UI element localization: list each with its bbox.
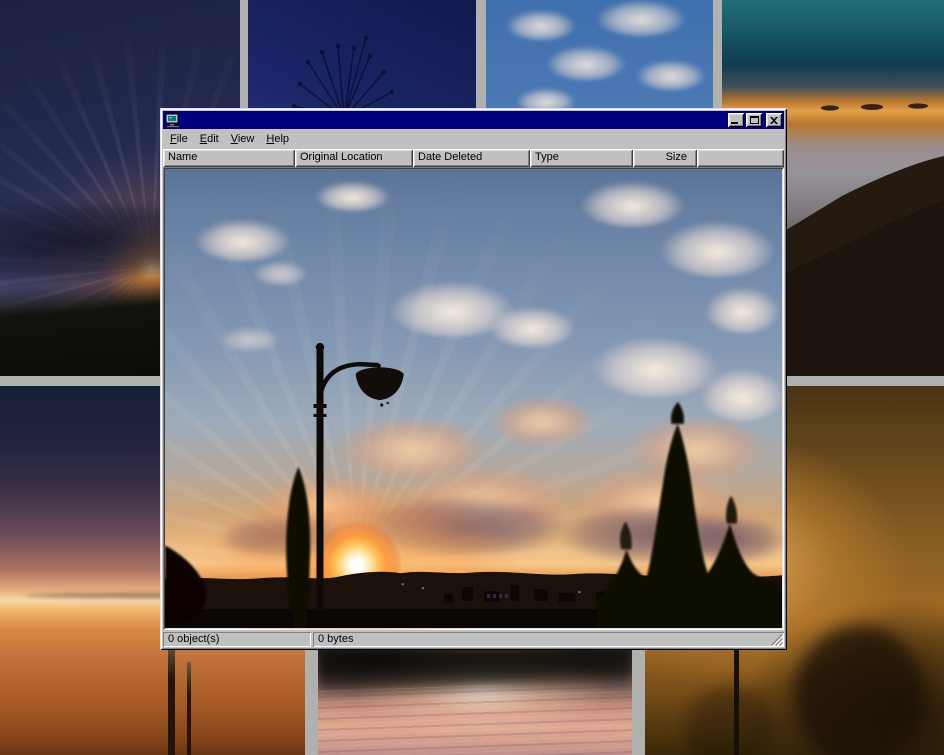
cloud <box>546 46 626 80</box>
maximize-icon <box>750 116 759 124</box>
title-bar[interactable] <box>163 111 784 129</box>
column-header-name[interactable]: Name <box>163 149 295 167</box>
menu-edit[interactable]: Edit <box>194 131 225 147</box>
status-byte-count: 0 bytes <box>313 632 784 647</box>
minimize-icon <box>731 122 738 124</box>
menu-view[interactable]: View <box>225 131 261 147</box>
column-header-date-deleted[interactable]: Date Deleted <box>413 149 530 167</box>
cloud <box>506 10 576 40</box>
menu-bar: File Edit View Help <box>163 129 784 149</box>
water-pole <box>187 662 191 755</box>
column-header-original-location[interactable]: Original Location <box>295 149 413 167</box>
folder-view[interactable] <box>163 167 784 630</box>
status-object-count: 0 object(s) <box>163 632 311 647</box>
lamppost-pole <box>734 648 739 755</box>
column-header-type[interactable]: Type <box>530 149 633 167</box>
close-button[interactable] <box>766 113 782 127</box>
close-icon <box>770 117 778 124</box>
menu-help[interactable]: Help <box>260 131 295 147</box>
water-ripples <box>318 685 632 755</box>
cloud <box>596 0 686 36</box>
cloud <box>636 60 706 90</box>
water-pole <box>168 640 175 755</box>
minimize-button[interactable] <box>728 113 744 127</box>
status-bar: 0 object(s) 0 bytes <box>163 630 784 647</box>
maximize-button[interactable] <box>746 113 762 127</box>
menu-file[interactable]: File <box>164 131 194 147</box>
foreground-silhouettes <box>165 169 782 628</box>
recycle-bin-window: File Edit View Help Name Original Locati… <box>160 108 787 650</box>
column-header-empty[interactable] <box>697 149 784 167</box>
blurred-silhouette <box>685 686 775 755</box>
resize-grip[interactable] <box>770 633 783 646</box>
column-header-size[interactable]: Size <box>633 149 697 167</box>
blurred-silhouette <box>795 626 925 755</box>
column-headers: Name Original Location Date Deleted Type… <box>163 149 784 167</box>
folder-background-photo <box>165 169 782 628</box>
computer-icon <box>165 113 181 128</box>
